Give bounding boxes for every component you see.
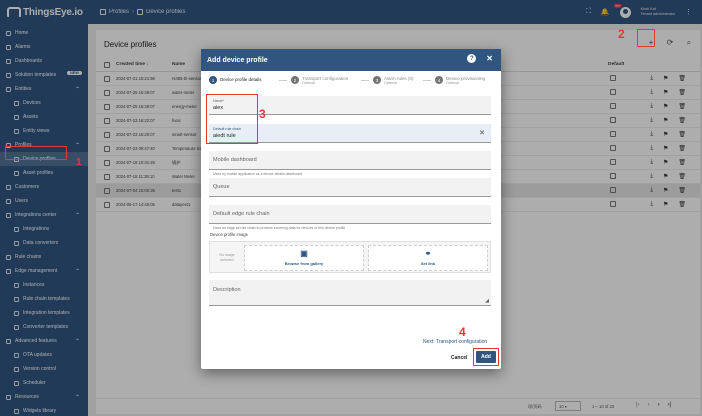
set-link-button[interactable]: ⚭ Set link xyxy=(368,245,488,271)
annotation-box-3 xyxy=(206,94,258,144)
gallery-icon: ▣ xyxy=(300,249,308,258)
device-profile-image-label: Device profile image xyxy=(210,232,248,237)
step-device-provisioning[interactable]: 4 Device provisioning Optional xyxy=(435,76,485,86)
dialog-title: Add device profile xyxy=(207,56,268,64)
queue-placeholder: Queue xyxy=(213,184,230,190)
link-icon: ⚭ xyxy=(424,249,432,258)
step-label-1: Device profile details xyxy=(220,77,262,82)
next-transport-configuration-button[interactable]: Next: Transport configuration xyxy=(423,339,487,345)
step-number-1: 1 xyxy=(209,76,217,84)
annotation-box-1 xyxy=(5,146,67,160)
annotation-box-2 xyxy=(637,29,655,47)
cancel-button[interactable]: Cancel xyxy=(451,355,467,361)
help-icon[interactable]: ? xyxy=(467,54,477,63)
description-field[interactable]: Description ◢ xyxy=(209,280,491,306)
mobile-dashboard-field[interactable]: Mobile dashboard xyxy=(209,151,491,170)
close-icon[interactable]: ✕ xyxy=(486,54,493,63)
step-alarm-rules[interactable]: 3 Alarm rules (0) Optional xyxy=(373,76,414,86)
annotation-number-1: 1 xyxy=(76,157,82,168)
step-number-2: 2 xyxy=(291,76,299,84)
dialog-header: Add device profile ? ✕ xyxy=(201,49,501,71)
edge-rule-chain-placeholder: Default edge rule chain xyxy=(213,211,270,217)
resize-handle-icon[interactable]: ◢ xyxy=(485,298,489,304)
no-image-text: No image selected xyxy=(219,253,235,262)
step-transport-configuration[interactable]: 2 Transport configuration Optional xyxy=(291,76,348,86)
edge-rule-chain-field[interactable]: Default edge rule chain xyxy=(209,205,491,224)
step-device-profile-details[interactable]: 1 Device profile details xyxy=(209,76,262,84)
browse-gallery-label: Browse from gallery xyxy=(284,261,324,266)
step-connector xyxy=(423,80,431,81)
mobile-dashboard-placeholder: Mobile dashboard xyxy=(213,157,257,163)
step-number-3: 3 xyxy=(373,76,381,84)
annotation-number-4: 4 xyxy=(459,325,466,339)
queue-field[interactable]: Queue xyxy=(209,178,491,197)
step-optional-3: Optional xyxy=(384,81,398,85)
step-optional-4: Optional xyxy=(446,81,460,85)
step-optional-2: Optional xyxy=(302,81,316,85)
annotation-box-4 xyxy=(473,348,499,366)
browse-gallery-button[interactable]: ▣ Browse from gallery xyxy=(244,245,364,271)
set-link-label: Set link xyxy=(420,261,436,266)
image-input: No image selected ▣ Browse from gallery … xyxy=(209,241,491,273)
step-connector xyxy=(361,80,369,81)
annotation-number-2: 2 xyxy=(618,27,625,41)
step-connector xyxy=(279,80,287,81)
description-placeholder: Description xyxy=(213,287,241,293)
clear-icon[interactable]: ✕ xyxy=(479,129,485,137)
annotation-number-3: 3 xyxy=(259,107,266,121)
stepper: 1 Device profile details 2 Transport con… xyxy=(201,71,501,93)
mobile-dashboard-hint: Used by mobile application as a device d… xyxy=(213,172,303,176)
edge-rule-chain-hint: Used on edge as rule chain to process in… xyxy=(213,226,346,230)
step-number-4: 4 xyxy=(435,76,443,84)
add-device-profile-dialog: Add device profile ? ✕ 1 Device profile … xyxy=(201,49,501,369)
